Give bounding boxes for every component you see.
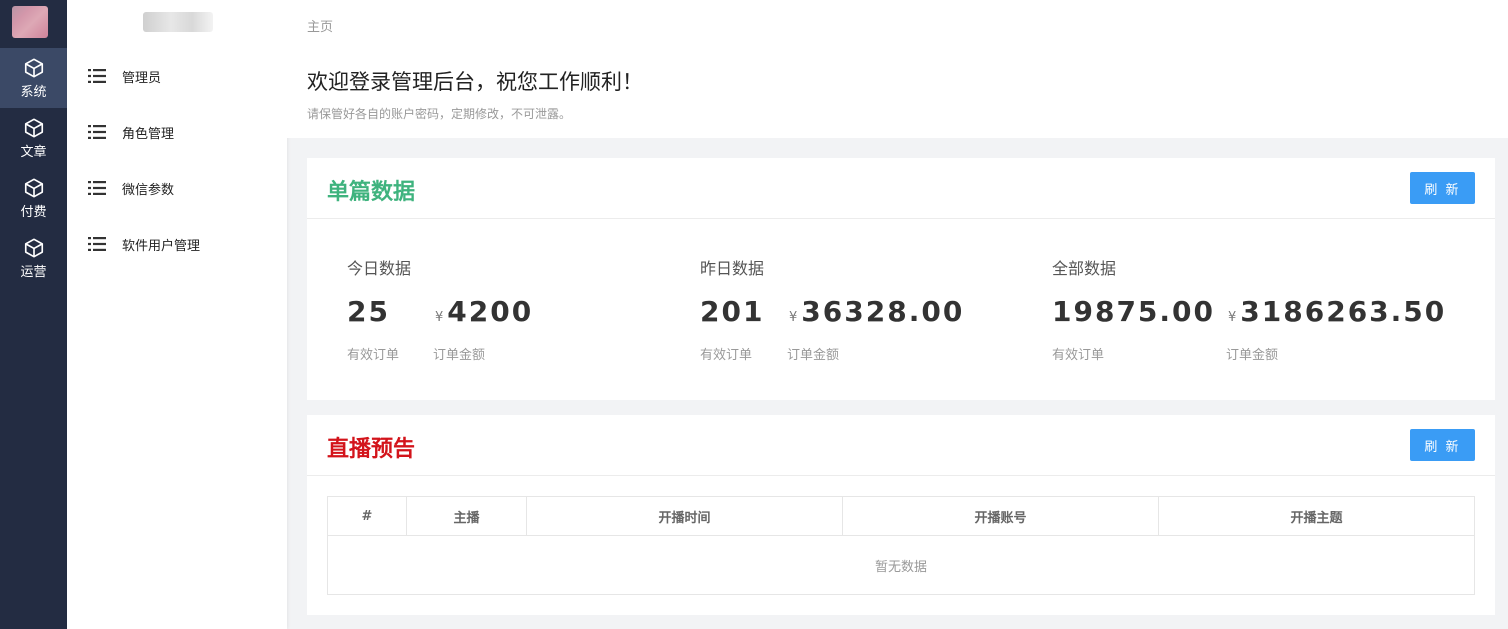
submenu-item-label: 微信参数 (122, 182, 175, 198)
orders-value: 25 (347, 295, 390, 328)
column-header: 开播账号 (842, 496, 1159, 536)
stat-title: 全部数据 (1052, 259, 1117, 278)
live-preview-card: 直播预告 刷 新 # 主播 开播时间 开播账号 开播主题 暂无数据 (307, 415, 1495, 615)
cube-icon (24, 178, 43, 198)
submenu-item-wechat-params[interactable]: 微信参数 (67, 168, 287, 208)
amount-label: 订单金额 (433, 348, 486, 363)
single-data-card: 单篇数据 刷 新 今日数据 25 ¥4200 有效订单 订单金额 昨日数据 20… (307, 158, 1495, 400)
cube-icon (24, 118, 43, 138)
list-icon (88, 125, 106, 139)
refresh-button[interactable]: 刷 新 (1410, 429, 1475, 461)
stat-all: 全部数据 19875.00 ¥3186263.50 有效订单 订单金额 (1052, 255, 1444, 363)
orders-value: 201 (700, 295, 765, 328)
list-icon (88, 237, 106, 251)
rail-item-articles[interactable]: 文章 (0, 108, 67, 168)
list-icon (88, 181, 106, 195)
app-rail: 系统 文章 付费 运营 (0, 0, 67, 629)
cube-icon (24, 238, 43, 258)
column-header: 开播时间 (526, 496, 843, 536)
orders-label: 有效订单 (700, 348, 753, 363)
list-icon (88, 69, 106, 83)
rail-item-system[interactable]: 系统 (0, 48, 67, 108)
orders-label: 有效订单 (347, 348, 400, 363)
card-title: 直播预告 (327, 437, 416, 462)
rail-item-label: 付费 (20, 205, 47, 220)
submenu-item-label: 管理员 (122, 70, 162, 86)
submenu-item-admins[interactable]: 管理员 (67, 56, 287, 96)
submenu-panel: 管理员 角色管理 微信参数 软件用户管理 (67, 0, 287, 629)
submenu-item-roles[interactable]: 角色管理 (67, 112, 287, 152)
empty-message: 暂无数据 (327, 535, 1475, 595)
column-header: 开播主题 (1158, 496, 1475, 536)
rail-item-label: 系统 (20, 85, 47, 100)
page-header: 主页 欢迎登录管理后台，祝您工作顺利！ 请保管好各自的账户密码，定期修改，不可泄… (287, 0, 1508, 138)
cube-icon (24, 58, 43, 78)
orders-label: 有效订单 (1052, 348, 1105, 363)
amount-number: 36328.00 (801, 295, 965, 328)
currency-symbol: ¥ (435, 310, 444, 325)
card-title: 单篇数据 (327, 180, 416, 205)
amount-label: 订单金额 (787, 348, 840, 363)
rail-item-operations[interactable]: 运营 (0, 228, 67, 288)
table-header-row: # 主播 开播时间 开播账号 开播主题 (327, 496, 1475, 536)
app-logo (12, 6, 48, 38)
currency-symbol: ¥ (789, 310, 798, 325)
stat-today: 今日数据 25 ¥4200 有效订单 订单金额 (347, 255, 531, 363)
rail-item-label: 文章 (20, 145, 47, 160)
empty-row: 暂无数据 (327, 535, 1475, 595)
stat-title: 昨日数据 (700, 259, 765, 278)
submenu-item-label: 软件用户管理 (122, 238, 201, 254)
amount-number: 4200 (447, 295, 534, 328)
security-tip: 请保管好各自的账户密码，定期修改，不可泄露。 (307, 107, 572, 121)
submenu-item-label: 角色管理 (122, 126, 175, 142)
divider (307, 475, 1495, 476)
live-table: # 主播 开播时间 开播账号 开播主题 暂无数据 (327, 496, 1475, 595)
breadcrumb[interactable]: 主页 (307, 16, 333, 35)
currency-symbol: ¥ (1228, 310, 1237, 325)
amount-value: ¥36328.00 (789, 295, 964, 328)
brand-name-blurred (143, 12, 213, 32)
orders-value: 19875.00 (1052, 295, 1216, 328)
column-header: 主播 (406, 496, 527, 536)
column-header: # (327, 496, 407, 536)
divider (307, 218, 1495, 219)
submenu-item-software-users[interactable]: 软件用户管理 (67, 224, 287, 264)
rail-item-label: 运营 (20, 265, 47, 280)
stat-title: 今日数据 (347, 259, 412, 278)
amount-value: ¥4200 (435, 295, 533, 328)
stat-yesterday: 昨日数据 201 ¥36328.00 有效订单 订单金额 (700, 255, 962, 363)
amount-number: 3186263.50 (1240, 295, 1447, 328)
refresh-button[interactable]: 刷 新 (1410, 172, 1475, 204)
welcome-title: 欢迎登录管理后台，祝您工作顺利！ (307, 70, 643, 94)
amount-label: 订单金额 (1226, 348, 1279, 363)
amount-value: ¥3186263.50 (1228, 295, 1446, 328)
rail-item-payment[interactable]: 付费 (0, 168, 67, 228)
